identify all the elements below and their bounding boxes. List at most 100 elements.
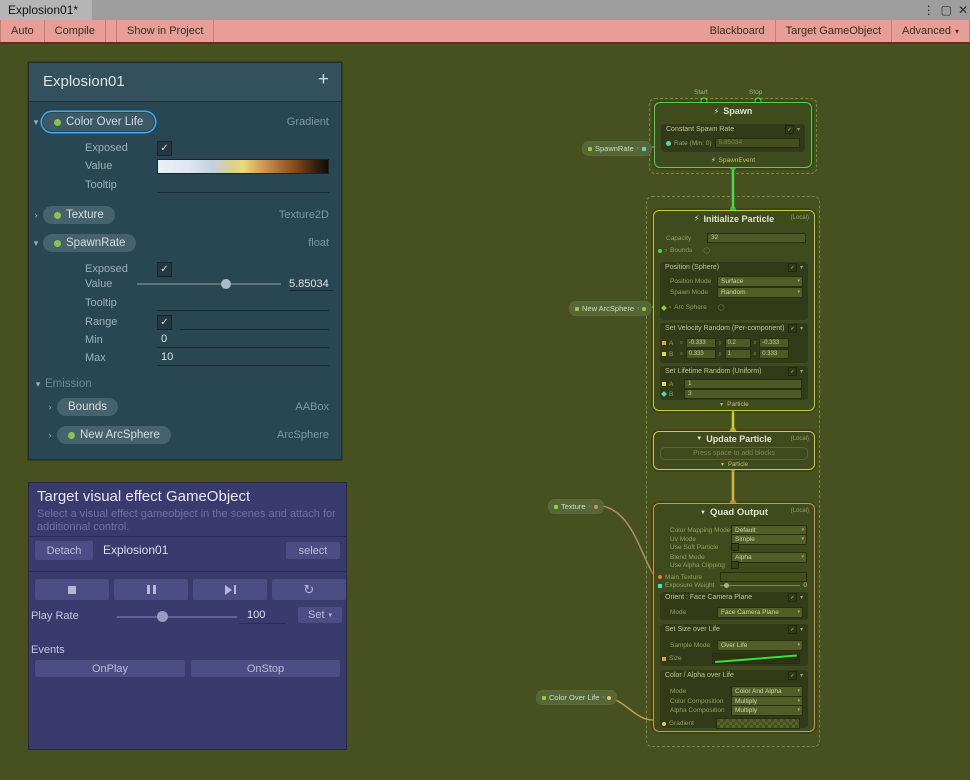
velocity-ax-field[interactable]: -0.333: [686, 338, 716, 348]
velocity-az-field[interactable]: -0.333: [759, 338, 789, 348]
foldout-icon[interactable]: ▾: [29, 117, 43, 128]
min-field[interactable]: 0: [157, 333, 329, 348]
velocity-b-port[interactable]: [662, 352, 666, 356]
slider-thumb[interactable]: [221, 279, 231, 289]
size-port[interactable]: [662, 657, 666, 661]
block-collapse-icon[interactable]: ▾: [800, 626, 803, 633]
add-parameter-button[interactable]: +: [318, 69, 329, 91]
param-new-arcsphere[interactable]: New ArcSphere: [57, 426, 171, 444]
velocity-ay-field[interactable]: 0.2: [725, 338, 751, 348]
block-enabled-checkbox[interactable]: ✓: [788, 263, 797, 272]
onstop-button[interactable]: OnStop: [191, 660, 340, 677]
texture-output-port[interactable]: [594, 505, 598, 509]
block-enabled-checkbox[interactable]: ✓: [788, 367, 797, 376]
set-lifetime-random-block[interactable]: Set Lifetime Random (Uniform) ✓▾ A 1 B 3: [659, 365, 809, 401]
rate-value-field[interactable]: 5.85034: [715, 138, 800, 148]
kebab-menu-icon[interactable]: ⋮: [923, 3, 935, 17]
close-icon[interactable]: ✕: [958, 3, 968, 17]
capacity-field[interactable]: 32: [707, 233, 806, 243]
use-alpha-clipping-checkbox[interactable]: [731, 561, 739, 569]
slider-thumb[interactable]: [724, 583, 729, 588]
spawn-mode-dropdown[interactable]: Random▾: [717, 287, 803, 298]
foldout-icon[interactable]: ▾: [29, 238, 43, 249]
param-bounds[interactable]: Bounds: [57, 398, 118, 416]
target-gameobject-toggle-button[interactable]: Target GameObject: [776, 20, 892, 42]
param-texture[interactable]: Texture: [43, 206, 115, 224]
block-collapse-icon[interactable]: ▾: [800, 672, 803, 679]
bounds-input-port[interactable]: [658, 249, 662, 253]
spawnrate-output-port[interactable]: [642, 147, 646, 151]
param-spawnrate[interactable]: SpawnRate: [43, 234, 136, 252]
pause-button[interactable]: [114, 579, 188, 600]
lifetime-a-port[interactable]: [662, 382, 666, 386]
value-number-field[interactable]: 5.85034: [289, 278, 333, 291]
exposure-weight-value[interactable]: 0: [803, 582, 807, 589]
lifetime-b-field[interactable]: 3: [684, 389, 802, 399]
category-emission[interactable]: Emission: [45, 378, 92, 390]
exposure-weight-port[interactable]: [658, 584, 662, 588]
initialize-particle-node[interactable]: ⚡Initialize Particle (Local) Capacity 32…: [653, 210, 815, 411]
blackboard-header[interactable]: Explosion01 +: [29, 63, 341, 102]
foldout-icon[interactable]: ›: [43, 402, 57, 412]
arcsphere-output-port[interactable]: [642, 307, 646, 311]
play-rate-value[interactable]: 100: [247, 609, 265, 621]
pill-collapse-icon[interactable]: ‹: [602, 695, 604, 701]
update-particle-node[interactable]: ▼Update Particle (Local) Press space to …: [653, 431, 815, 470]
tooltip-field[interactable]: [157, 296, 329, 311]
play-rate-slider[interactable]: [117, 616, 237, 618]
compile-button[interactable]: Compile: [45, 20, 106, 42]
sample-mode-dropdown[interactable]: Over Life▾: [717, 640, 803, 651]
block-enabled-checkbox[interactable]: ✓: [788, 625, 797, 634]
quad-output-node[interactable]: ▼Quad Output (Local) Color Mapping Mode …: [653, 503, 815, 732]
step-button[interactable]: [193, 579, 267, 600]
max-field[interactable]: 10: [157, 351, 329, 366]
alpha-composition-dropdown[interactable]: Multiply▾: [731, 705, 803, 716]
space-tag[interactable]: (Local): [791, 215, 809, 221]
pill-collapse-icon[interactable]: ‹: [589, 504, 591, 510]
arc-sphere-space-icon[interactable]: ◯: [718, 304, 725, 311]
main-texture-port[interactable]: [658, 575, 662, 579]
select-button[interactable]: select: [286, 542, 340, 559]
velocity-a-port[interactable]: [662, 341, 666, 345]
advanced-dropdown[interactable]: Advanced ▾: [892, 20, 970, 42]
tooltip-field[interactable]: [157, 178, 329, 193]
spawn-context-node[interactable]: ⚡Spawn Constant Spawn Rate ✓▾ Rate (Min:…: [654, 102, 812, 168]
detach-button[interactable]: Detach: [35, 541, 93, 560]
gradient-output-port[interactable]: [607, 696, 611, 700]
param-node-new-arcsphere[interactable]: New ArcSphere ‹: [569, 301, 652, 316]
exposure-weight-slider[interactable]: [720, 585, 800, 586]
velocity-by-field[interactable]: 1: [725, 349, 751, 359]
set-rate-dropdown[interactable]: Set▾: [298, 607, 342, 623]
set-velocity-random-block[interactable]: Set Velocity Random (Per-component) ✓▾ A…: [659, 322, 809, 364]
arc-sphere-input-port[interactable]: [661, 305, 667, 311]
param-node-color-over-life[interactable]: Color Over Life ‹: [536, 690, 617, 705]
foldout-icon[interactable]: ▾: [31, 379, 45, 390]
block-collapse-icon[interactable]: ▾: [800, 594, 803, 601]
pill-collapse-icon[interactable]: ‹: [637, 306, 639, 312]
orient-mode-dropdown[interactable]: Face Camera Plane▾: [717, 607, 803, 618]
foldout-icon[interactable]: ›: [29, 210, 43, 220]
param-color-over-life[interactable]: Color Over Life: [43, 113, 154, 131]
param-node-texture[interactable]: Texture ‹: [548, 499, 604, 514]
range-checkbox[interactable]: ✓: [157, 315, 172, 330]
block-collapse-icon[interactable]: ▾: [800, 368, 803, 375]
velocity-bz-field[interactable]: 0.333: [759, 349, 789, 359]
bounds-space-icon[interactable]: ◯: [703, 247, 710, 254]
arc-sphere-foldout-icon[interactable]: ›: [669, 304, 671, 311]
exposed-checkbox[interactable]: ✓: [157, 141, 172, 156]
show-in-project-button[interactable]: Show in Project: [117, 20, 214, 42]
gradient-port[interactable]: [662, 722, 666, 726]
position-sphere-block[interactable]: Position (Sphere) ✓▾ Position Mode Surfa…: [659, 261, 809, 321]
space-tag[interactable]: (Local): [791, 436, 809, 442]
size-curve-field[interactable]: [712, 653, 800, 664]
set-size-over-life-block[interactable]: Set Size over Life ✓▾ Sample Mode Over L…: [659, 623, 809, 667]
block-enabled-checkbox[interactable]: ✓: [788, 671, 797, 680]
velocity-bx-field[interactable]: 0.333: [686, 349, 716, 359]
gradient-field[interactable]: [716, 718, 800, 729]
auto-button[interactable]: Auto: [0, 20, 45, 42]
position-mode-dropdown[interactable]: Surface▾: [717, 276, 803, 287]
color-alpha-over-life-block[interactable]: Color / Alpha over Life ✓▾ Mode Color An…: [659, 669, 809, 729]
restart-button[interactable]: ↻: [272, 579, 346, 600]
block-collapse-icon[interactable]: ▾: [797, 126, 800, 133]
param-node-spawnrate[interactable]: SpawnRate ‹: [582, 141, 652, 156]
